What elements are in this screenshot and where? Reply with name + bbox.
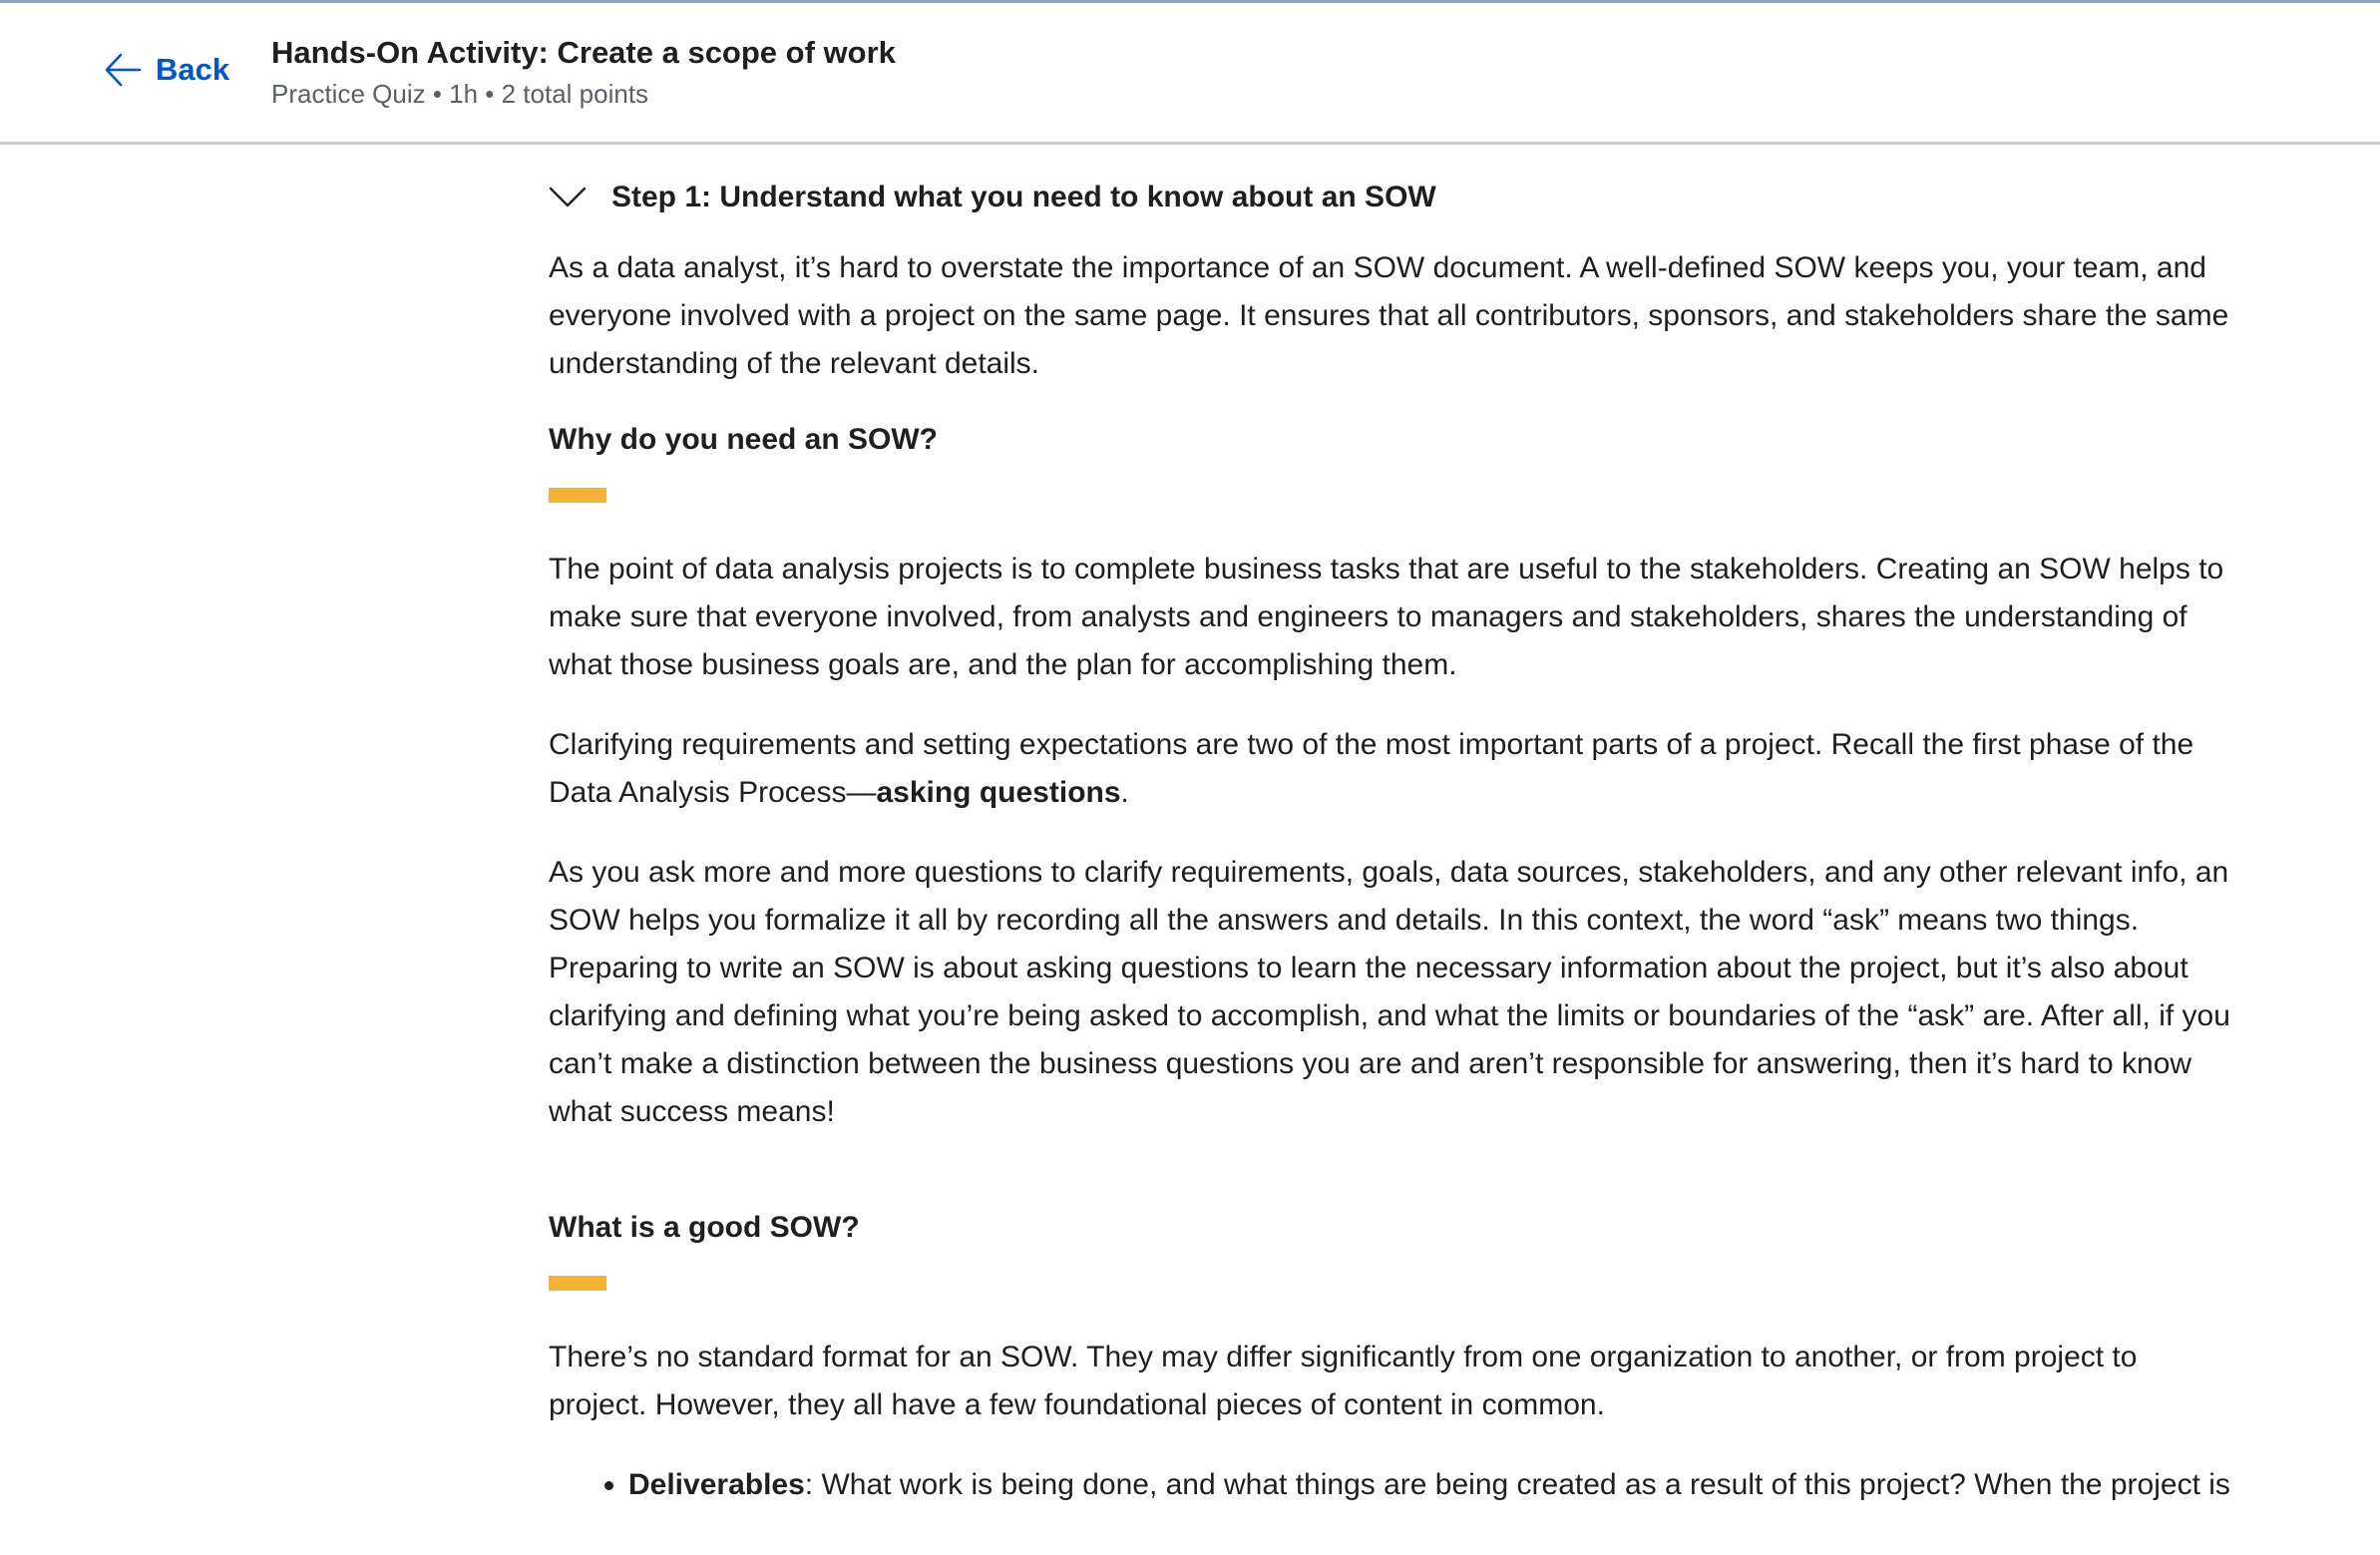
section-heading-why: Why do you need an SOW? bbox=[549, 423, 938, 456]
list-item: Deliverables: What work is being done, a… bbox=[628, 1461, 2234, 1509]
arrow-left-icon bbox=[104, 51, 142, 89]
page-subtitle: Practice Quiz • 1h • 2 total points bbox=[271, 79, 649, 109]
paragraph-clarifying-text: Clarifying requirements and setting expe… bbox=[549, 728, 2194, 809]
page-title: Hands-On Activity: Create a scope of wor… bbox=[271, 35, 896, 70]
paragraph-clarifying-end: . bbox=[1120, 776, 1129, 809]
back-label: Back bbox=[156, 52, 230, 87]
paragraph-format: There’s no standard format for an SOW. T… bbox=[549, 1341, 2138, 1421]
page-header: Back Hands-On Activity: Create a scope o… bbox=[0, 3, 2380, 145]
asking-questions-bold: asking questions bbox=[876, 776, 1121, 809]
content-list: Deliverables: What work is being done, a… bbox=[549, 1461, 2234, 1509]
paragraph-purpose: The point of data analysis projects is t… bbox=[549, 553, 2224, 681]
main-content: Step 1: Understand what you need to know… bbox=[549, 145, 2234, 1509]
paragraph-ask: As you ask more and more questions to cl… bbox=[549, 856, 2230, 1128]
deliverables-bold: Deliverables bbox=[628, 1468, 805, 1501]
step-toggle[interactable]: Step 1: Understand what you need to know… bbox=[549, 181, 2234, 214]
back-button[interactable]: Back bbox=[104, 51, 229, 89]
step-title: Step 1: Understand what you need to know… bbox=[611, 181, 1436, 213]
chevron-down-icon bbox=[549, 186, 587, 209]
title-block: Hands-On Activity: Create a scope of wor… bbox=[271, 33, 896, 113]
accent-bar bbox=[549, 488, 606, 503]
accent-bar bbox=[549, 1276, 606, 1291]
intro-paragraph: As a data analyst, it’s hard to overstat… bbox=[549, 251, 2229, 380]
deliverables-text: : What work is being done, and what thin… bbox=[804, 1468, 2230, 1501]
paragraph-clarifying: Clarifying requirements and setting expe… bbox=[549, 721, 2234, 817]
section-heading-good-sow: What is a good SOW? bbox=[549, 1211, 860, 1244]
